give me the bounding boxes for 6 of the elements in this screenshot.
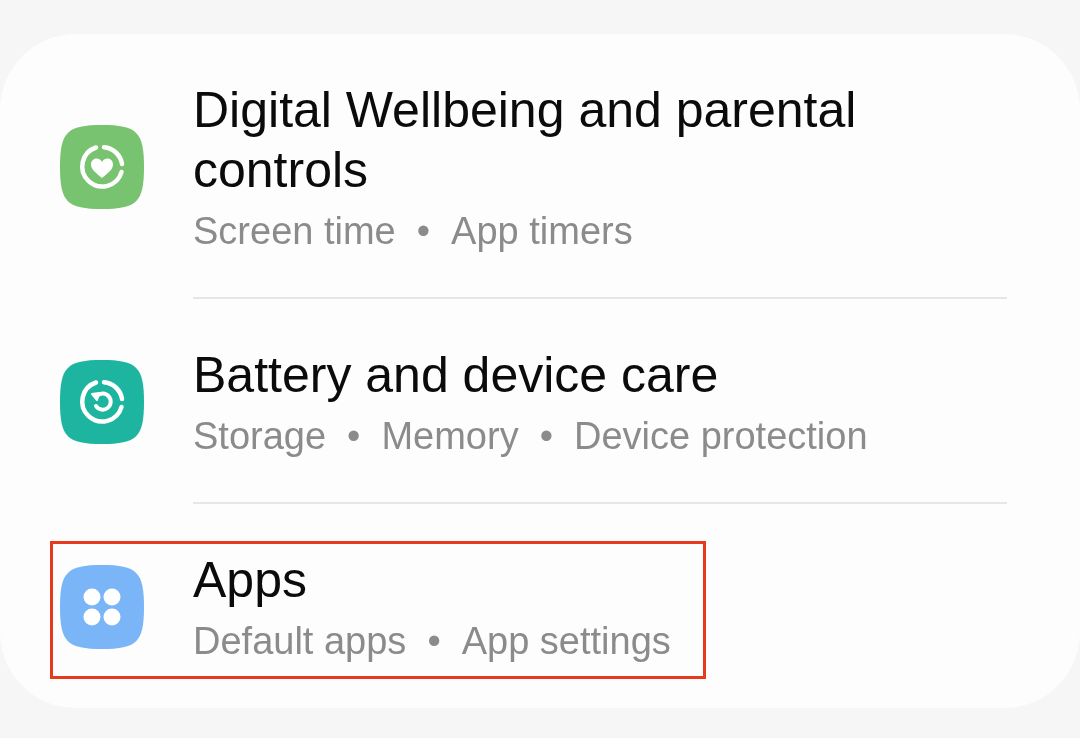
setting-title: Battery and device care	[193, 346, 720, 405]
setting-summary: Default apps • App settings	[193, 619, 671, 664]
setting-summary: Screen time • App timers	[193, 209, 634, 254]
setting-summary: Storage • Memory • Device protection	[193, 414, 868, 459]
setting-title: Digital Wellbeing and parental controls	[193, 81, 858, 200]
setting-title: Apps	[193, 551, 308, 610]
